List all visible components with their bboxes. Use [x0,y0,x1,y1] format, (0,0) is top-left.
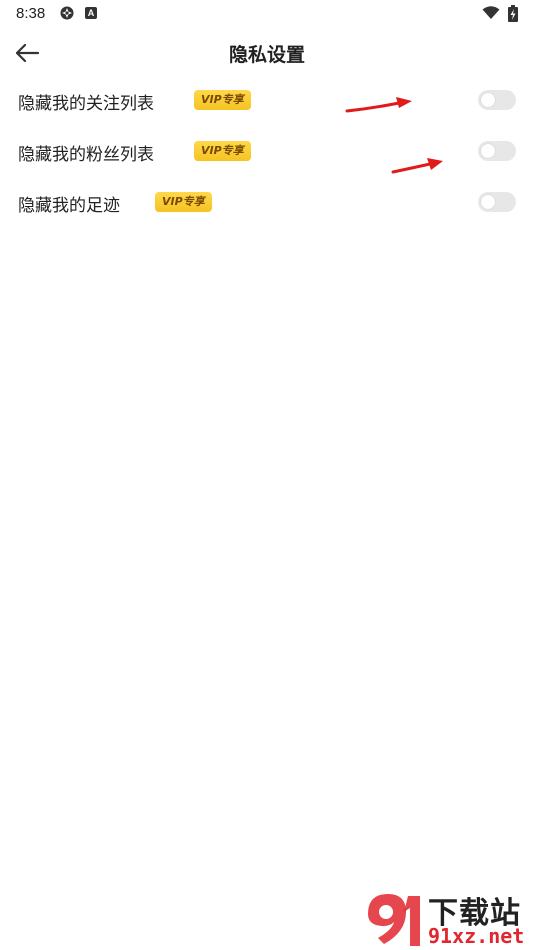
status-time: 8:38 [16,5,46,22]
status-bar: 8:38 A [0,0,534,28]
gear-icon [60,6,74,20]
site-logo-icon [368,894,420,946]
toggle-hide-following[interactable] [478,90,516,110]
setting-label: 隐藏我的足迹 [18,196,120,216]
vip-badge: VIP专享 [194,90,251,110]
toggle-hide-footprint[interactable] [478,192,516,212]
setting-row-hide-fans: 隐藏我的粉丝列表 VIP专享 [0,127,534,177]
toggle-knob [481,144,495,158]
app-notification-icon: A [85,7,97,19]
vip-badge: VIP专享 [155,192,212,212]
watermark-url: 91xz.net [428,924,525,948]
setting-row-hide-footprint: 隐藏我的足迹 VIP专享 [0,178,534,228]
setting-label: 隐藏我的粉丝列表 [18,145,154,165]
toggle-knob [481,93,495,107]
wifi-icon [482,6,500,19]
battery-charging-icon [508,5,518,22]
toggle-hide-fans[interactable] [478,141,516,161]
watermark: 下载站 91xz.net [362,890,532,948]
page-title: 隐私设置 [228,44,305,66]
setting-row-hide-following: 隐藏我的关注列表 VIP专享 [0,76,534,126]
title-bar: 隐私设置 [0,28,534,76]
setting-label: 隐藏我的关注列表 [18,94,154,114]
vip-badge: VIP专享 [194,141,251,161]
toggle-knob [481,195,495,209]
